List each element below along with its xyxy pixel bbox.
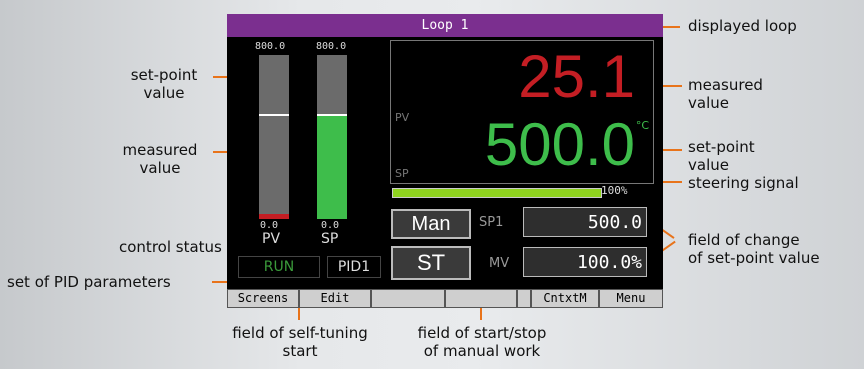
pid-set-indicator[interactable]: PID1 [327,256,381,278]
sp-scale-min: 0.0 [321,220,340,231]
mv-field[interactable]: 100.0% [523,247,647,277]
annotation-text: field of self-tuning [232,324,368,342]
self-tuning-button[interactable]: ST [391,246,471,280]
annotation-setpoint-right: set-point value [688,138,755,174]
pv-label: PV [395,111,410,124]
annotation-text: set-point [130,66,198,84]
loop-title[interactable]: Loop 1 [227,14,663,37]
steering-signal-bar [392,188,602,198]
annotation-measured-left: measured value [110,141,210,177]
pv-bargraph [259,55,289,219]
pv-bar-fill [259,214,289,219]
sp-bar-fill [317,114,347,219]
pv-scale-max: 800.0 [255,41,286,52]
annotation-text: field of start/stop [417,324,547,342]
annotation-text: set-point [688,138,755,156]
menu-empty-3[interactable] [517,289,531,308]
menu-empty-1[interactable] [371,289,445,308]
steering-fill [393,189,601,197]
controller-screen: Loop 1 800.0 0.0 PV 800.0 0.0 SP PV SP 2… [227,14,663,308]
menu-context[interactable]: CntxtM [531,289,599,308]
softkey-menu-bar: Screens Edit CntxtM Menu [227,289,663,308]
unit-label: °C [635,119,649,132]
annotation-text: of set-point value [688,249,820,267]
annotation-text: value [688,156,729,174]
steering-percent: 100% [601,184,628,197]
sp-scale-max: 800.0 [316,41,347,52]
menu-edit[interactable]: Edit [299,289,371,308]
sp-bargraph [317,55,347,219]
annotation-field-change: field of change of set-point value [688,231,820,267]
annotation-self-tuning: field of self-tuning start [222,324,378,360]
annotation-text: value [143,84,185,102]
annotation-setpoint-left: set-point value [118,66,210,102]
annotation-steering: steering signal [688,174,799,192]
pv-bar-label: PV [262,231,281,247]
menu-empty-2[interactable] [445,289,517,308]
annotation-control-status: control status [119,238,222,256]
annotation-text: start [282,342,318,360]
annotation-pid: set of PID parameters [7,273,171,291]
setpoint-value: 500.0 [484,111,635,178]
sp-bar-label: SP [321,231,339,247]
sp-label: SP [395,167,409,180]
pv-scale-min: 0.0 [260,220,279,231]
sp1-field[interactable]: 500.0 [523,207,647,237]
annotation-text: measured [688,76,763,94]
annotation-text: of manual work [423,342,541,360]
menu-main[interactable]: Menu [599,289,663,308]
sp1-label: SP1 [479,215,504,230]
annotation-manual: field of start/stop of manual work [404,324,560,360]
manual-button[interactable]: Man [391,209,471,239]
annotation-text: field of change [688,231,800,249]
menu-screens[interactable]: Screens [227,289,299,308]
mv-label: MV [489,256,510,271]
value-display-panel: PV SP 25.1 500.0 °C [390,40,654,184]
annotation-text: value [688,94,729,112]
annotation-displayed-loop: displayed loop [688,17,797,35]
annotation-text: measured [122,141,198,159]
measured-value: 25.1 [518,43,635,110]
annotation-text: value [139,159,181,177]
pv-bar-setpoint-marker [259,114,289,116]
control-status: RUN [238,256,320,278]
annotation-measured-right: measured value [688,76,763,112]
